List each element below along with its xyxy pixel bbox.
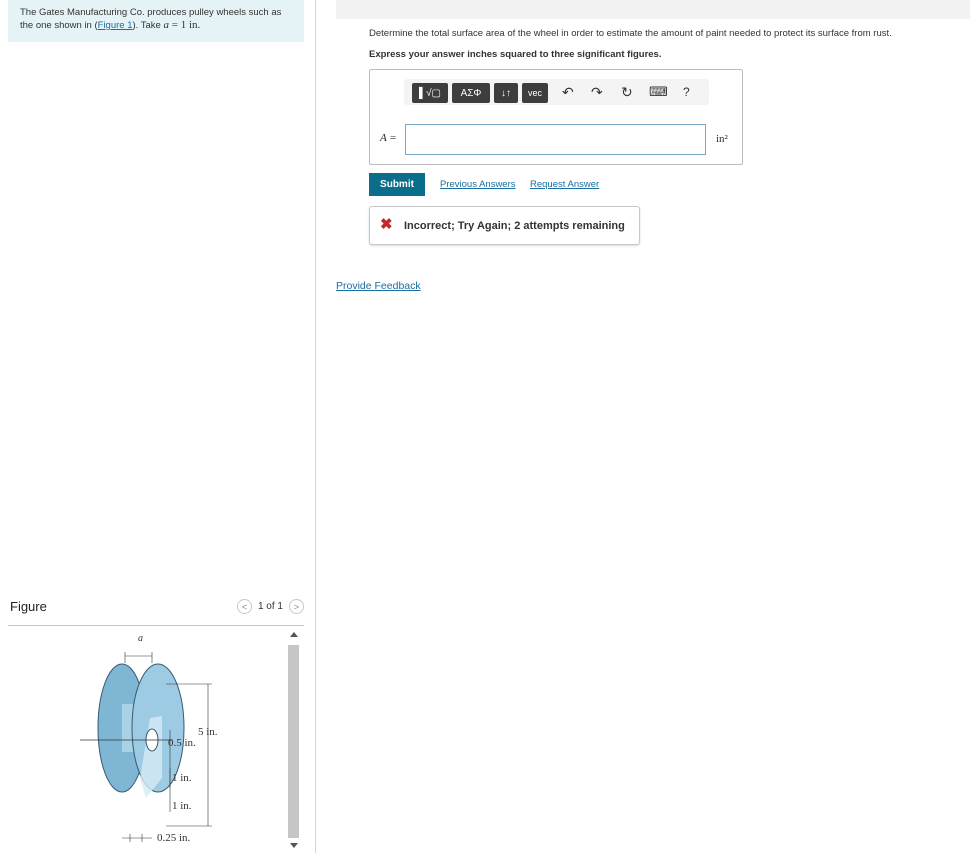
dim-label-1in-b: 1 in. [172,800,192,812]
submit-button[interactable]: Submit [369,173,425,196]
figure-page-count: 1 of 1 [257,601,283,612]
column-divider [315,0,316,853]
provide-feedback-link[interactable]: Provide Feedback [336,280,421,292]
dim-label-5in: 5 in. [198,726,218,738]
top-strip [336,0,970,19]
subscript-button[interactable]: ↓↑ [494,83,518,103]
answer-unit: in² [716,133,728,145]
dim-label-0-25in: 0.25 in. [157,832,191,844]
previous-figure-button[interactable]: < [236,599,252,614]
answer-panel: ▌√▢ ΑΣΦ ↓↑ vec ↶ ↷ ↻ ⌨ ? A = in² [369,69,743,165]
pulley-wheel-figure: a 5 in. 0.5 in. 1 in. 1 in. 0.25 in. [60,628,290,853]
keyboard-icon[interactable]: ⌨ [649,85,668,99]
equals-value: = 1 [168,19,189,31]
help-icon[interactable]: ? [683,85,690,99]
dim-label-1in-a: 1 in. [172,772,192,784]
scroll-down-icon[interactable] [290,843,298,848]
figure-scrollbar[interactable] [288,630,299,853]
reset-icon[interactable]: ↻ [621,85,633,99]
scroll-thumb[interactable] [288,645,299,838]
dim-label-0-5in: 0.5 in. [168,737,196,749]
undo-icon[interactable]: ↶ [562,85,574,99]
figure-link[interactable]: Figure 1 [98,20,133,31]
answer-input[interactable] [405,124,706,155]
previous-answers-link[interactable]: Previous Answers [440,179,516,190]
next-figure-button[interactable]: > [289,599,304,614]
close-icon: ✖ [380,216,393,233]
vector-button[interactable]: vec [522,83,548,103]
question-instruction: Express your answer inches squared to th… [369,49,662,60]
problem-statement: The Gates Manufacturing Co. produces pul… [8,0,304,42]
question-prompt: Determine the total surface area of the … [369,28,892,39]
figure-title: Figure [10,599,47,614]
redo-icon[interactable]: ↷ [591,85,603,99]
value-unit: in. [188,19,201,31]
feedback-message: ✖ Incorrect; Try Again; 2 attempts remai… [369,206,640,245]
scroll-up-icon[interactable] [290,632,298,637]
feedback-text: Incorrect; Try Again; 2 attempts remaini… [404,220,625,232]
dim-label-a: a [138,633,143,644]
answer-label: A = [380,132,397,144]
greek-symbols-button[interactable]: ΑΣΦ [452,83,490,103]
figure-header: Figure < 1 of 1 > [8,596,304,626]
pulley-wheel-drawing: a 5 in. 0.5 in. 1 in. 1 in. 0.25 in. [80,633,218,844]
figure-pager: < 1 of 1 > [236,599,304,614]
problem-text-after: ). Take [132,20,164,31]
templates-button[interactable]: ▌√▢ [412,83,448,103]
math-toolbar: ▌√▢ ΑΣΦ ↓↑ vec ↶ ↷ ↻ ⌨ ? [404,79,709,105]
request-answer-link[interactable]: Request Answer [530,179,599,190]
